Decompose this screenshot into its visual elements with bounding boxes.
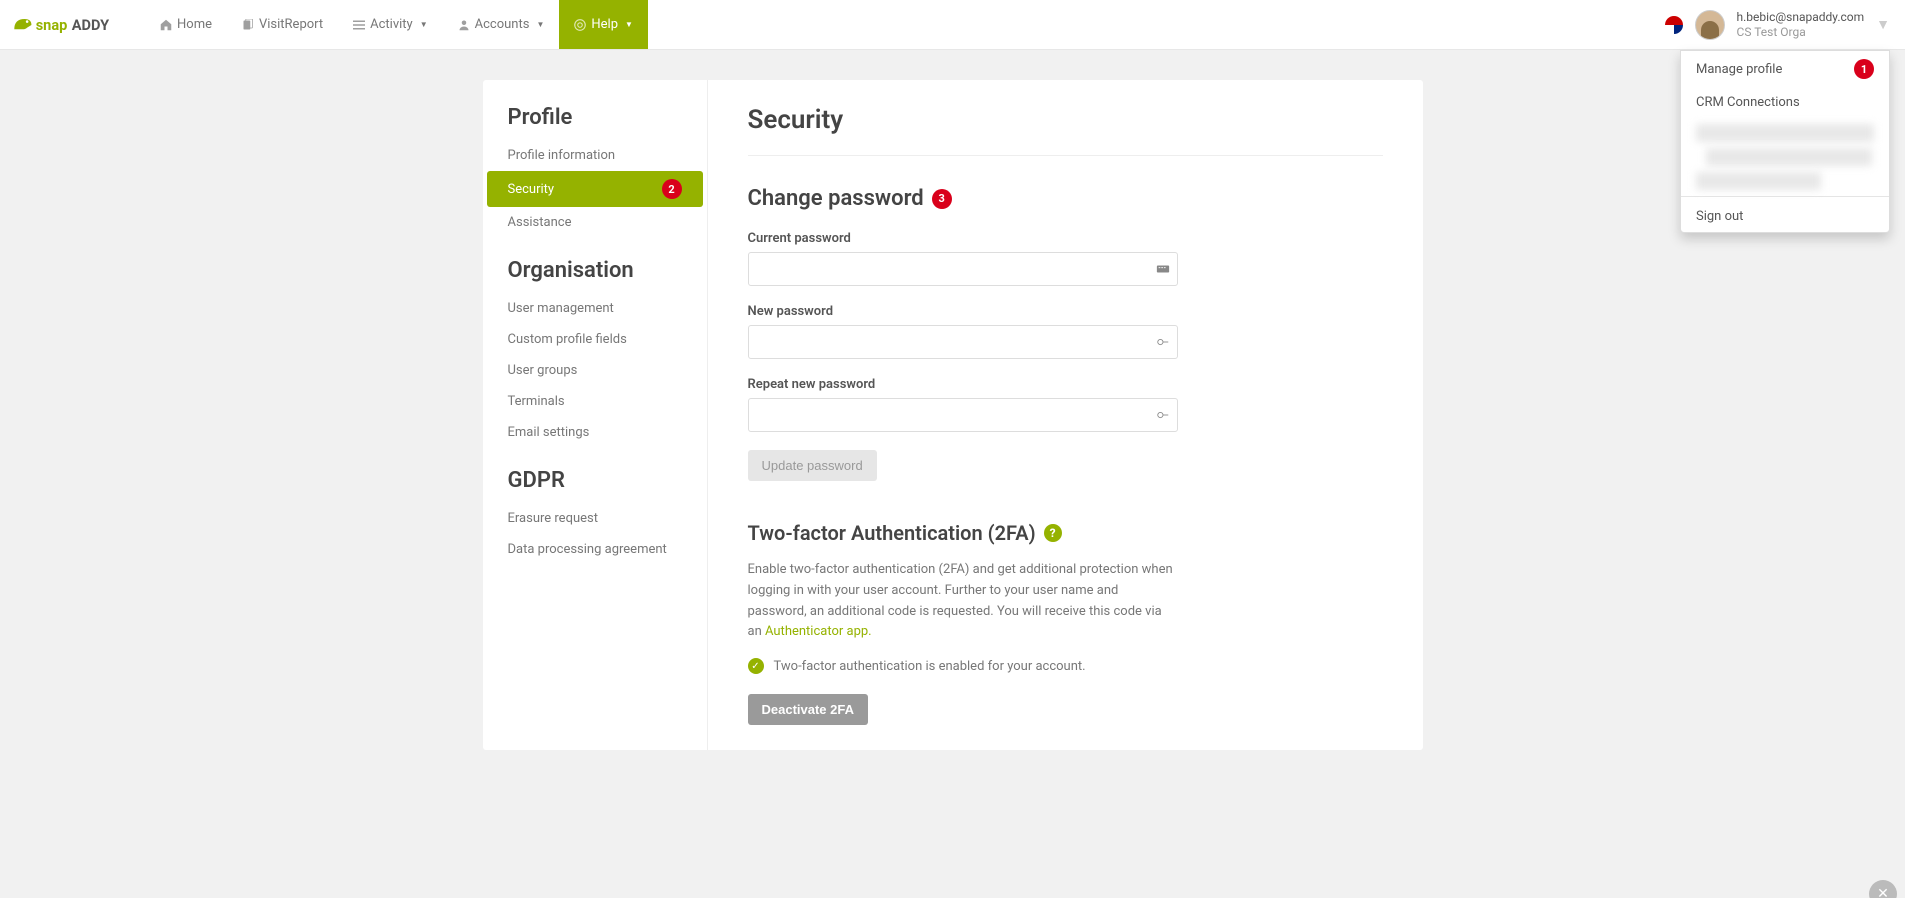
repeat-password-label: Repeat new password (748, 377, 1383, 392)
sidebar-item-profile-info[interactable]: Profile information (483, 140, 707, 171)
sidebar-item-email-settings[interactable]: Email settings (483, 417, 707, 448)
dropdown-crm-label: CRM Connections (1696, 95, 1800, 110)
help-icon[interactable]: ? (1044, 524, 1062, 542)
keyboard-icon (1156, 262, 1170, 276)
home-icon (160, 19, 172, 31)
app-header: snap ADDY Home VisitReport Activity ▼ Ac… (0, 0, 1905, 50)
sidebar-item-user-groups[interactable]: User groups (483, 355, 707, 386)
caret-down-icon: ▼ (536, 20, 544, 29)
header-right: h.bebic@snapaddy.com CS Test Orga ▼ (1665, 0, 1905, 49)
sidebar-item-custom-fields[interactable]: Custom profile fields (483, 324, 707, 355)
sidebar-section-organisation: Organisation User management Custom prof… (483, 258, 707, 448)
report-icon (242, 19, 254, 31)
dropdown-signout-label: Sign out (1696, 209, 1743, 224)
nav-home[interactable]: Home (145, 0, 227, 49)
user-icon (458, 19, 470, 31)
settings-main: Security Change password 3 Current passw… (708, 80, 1423, 750)
svg-text:ADDY: ADDY (72, 16, 109, 34)
brand-logo[interactable]: snap ADDY (10, 0, 145, 49)
redacted-item (1696, 124, 1874, 142)
authenticator-link[interactable]: Authenticator app. (765, 624, 872, 639)
main-nav: Home VisitReport Activity ▼ Accounts ▼ H… (145, 0, 648, 49)
deactivate-2fa-button[interactable]: Deactivate 2FA (748, 694, 869, 725)
repeat-password-input[interactable] (748, 398, 1178, 432)
page-title: Security (748, 105, 1383, 156)
nav-help[interactable]: Help ▼ (559, 0, 648, 49)
nav-home-label: Home (177, 17, 212, 32)
dropdown-crm[interactable]: CRM Connections (1681, 87, 1889, 118)
list-icon (353, 19, 365, 31)
change-password-heading: Change password 3 (748, 186, 1383, 211)
nav-activity[interactable]: Activity ▼ (338, 0, 442, 49)
new-password-input[interactable] (748, 325, 1178, 359)
settings-container: Profile Profile information Security 2 A… (483, 80, 1423, 750)
sidebar-item-erasure[interactable]: Erasure request (483, 503, 707, 534)
sidebar-heading-gdpr: GDPR (483, 468, 707, 503)
nav-visitreport[interactable]: VisitReport (227, 0, 338, 49)
sidebar-item-dpa[interactable]: Data processing agreement (483, 534, 707, 565)
form-group-new-password: New password (748, 304, 1383, 359)
caret-down-icon: ▼ (625, 20, 633, 29)
sidebar-heading-organisation: Organisation (483, 258, 707, 293)
dropdown-manage-profile-label: Manage profile (1696, 62, 1782, 77)
sidebar-section-gdpr: GDPR Erasure request Data processing agr… (483, 468, 707, 565)
badge-3: 3 (932, 189, 952, 209)
close-widget-icon[interactable]: ✕ (1869, 880, 1897, 898)
sidebar-item-assistance[interactable]: Assistance (483, 207, 707, 238)
current-password-input[interactable] (748, 252, 1178, 286)
badge-1: 1 (1854, 59, 1874, 79)
redacted-item (1696, 172, 1821, 190)
key-icon (1156, 335, 1170, 349)
sidebar-item-user-management[interactable]: User management (483, 293, 707, 324)
language-flag-icon[interactable] (1665, 16, 1683, 34)
dropdown-manage-profile[interactable]: Manage profile 1 (1681, 51, 1889, 87)
update-password-button[interactable]: Update password (748, 450, 877, 481)
nav-accounts-label: Accounts (475, 17, 530, 32)
nav-visitreport-label: VisitReport (259, 17, 323, 32)
user-info[interactable]: h.bebic@snapaddy.com CS Test Orga (1737, 10, 1865, 39)
settings-sidebar: Profile Profile information Security 2 A… (483, 80, 708, 750)
svg-text:snap: snap (36, 16, 68, 34)
user-dropdown: Manage profile 1 CRM Connections Sign ou… (1680, 50, 1890, 233)
form-group-current-password: Current password (748, 231, 1383, 286)
sidebar-item-security[interactable]: Security 2 (487, 171, 703, 207)
caret-down-icon: ▼ (420, 20, 428, 29)
key-icon (1156, 408, 1170, 422)
nav-help-label: Help (591, 17, 618, 32)
redacted-item (1706, 148, 1872, 166)
tfa-heading: Two-factor Authentication (2FA) ? (748, 521, 1383, 545)
nav-activity-label: Activity (370, 17, 413, 32)
check-icon: ✓ (748, 658, 764, 674)
dropdown-signout[interactable]: Sign out (1681, 201, 1889, 232)
form-group-repeat-password: Repeat new password (748, 377, 1383, 432)
caret-down-icon[interactable]: ▼ (1876, 16, 1890, 33)
tfa-status-text: Two-factor authentication is enabled for… (774, 659, 1086, 674)
user-email: h.bebic@snapaddy.com (1737, 10, 1865, 24)
new-password-label: New password (748, 304, 1383, 319)
nav-accounts[interactable]: Accounts ▼ (443, 0, 560, 49)
current-password-label: Current password (748, 231, 1383, 246)
sidebar-heading-profile: Profile (483, 105, 707, 140)
divider (1681, 196, 1889, 197)
user-avatar[interactable] (1695, 10, 1725, 40)
tfa-status: ✓ Two-factor authentication is enabled f… (748, 658, 1383, 674)
help-nav-icon (574, 19, 586, 31)
sidebar-section-profile: Profile Profile information Security 2 A… (483, 105, 707, 238)
tfa-description: Enable two-factor authentication (2FA) a… (748, 560, 1178, 643)
badge-2: 2 (662, 179, 682, 199)
user-org: CS Test Orga (1737, 25, 1865, 39)
sidebar-item-terminals[interactable]: Terminals (483, 386, 707, 417)
